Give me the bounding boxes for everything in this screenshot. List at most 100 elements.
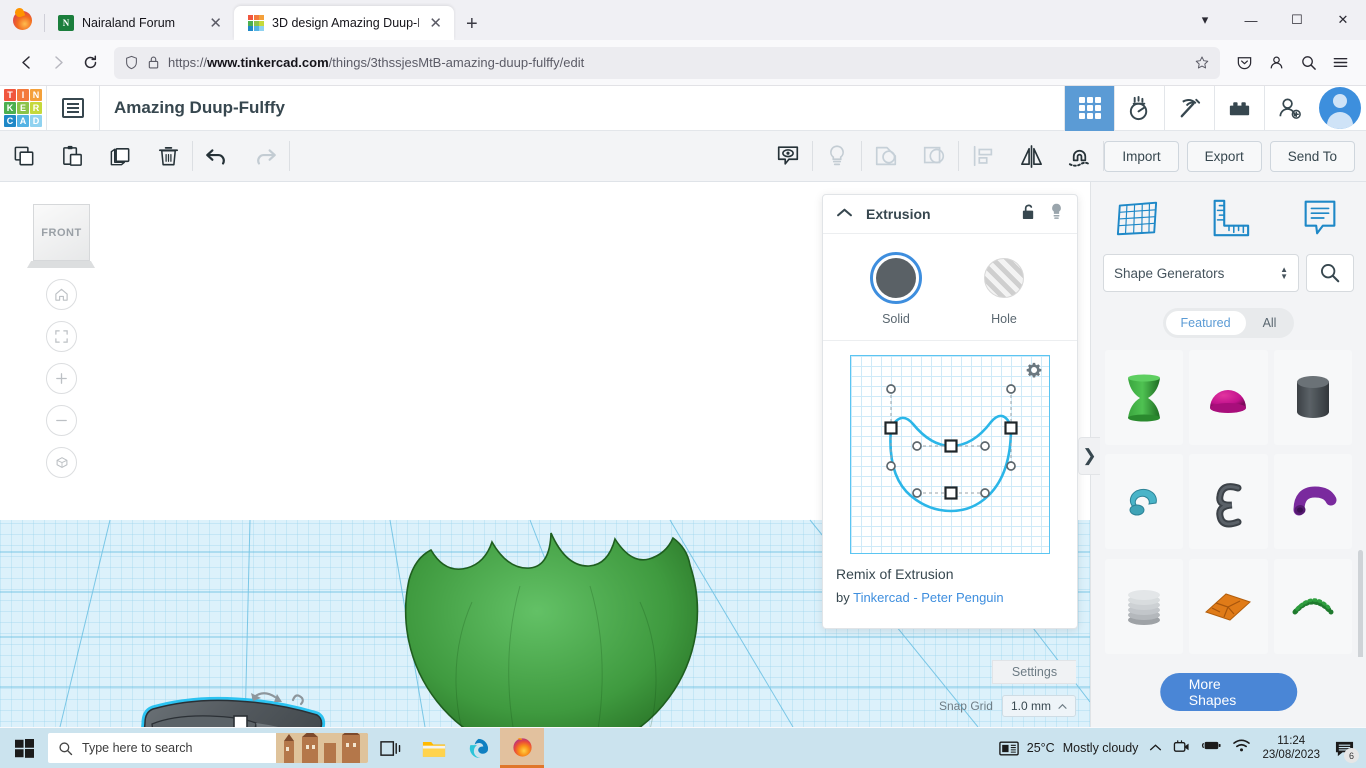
weather-widget[interactable]: 25°C Mostly cloudy: [999, 740, 1139, 757]
bookmark-star-icon[interactable]: [1194, 55, 1210, 71]
export-button[interactable]: Export: [1187, 141, 1262, 172]
url-text: https://www.tinkercad.com/things/3thssje…: [168, 55, 1186, 70]
shape-cell-stacked-discs[interactable]: [1105, 559, 1183, 654]
lightbulb-icon[interactable]: [1049, 202, 1064, 226]
grid-apps-icon[interactable]: [1064, 86, 1114, 131]
avatar[interactable]: [1314, 86, 1366, 131]
zoom-in-icon[interactable]: [46, 363, 77, 394]
windows-start-icon[interactable]: [0, 728, 48, 768]
account-icon[interactable]: [1260, 47, 1292, 79]
unlock-icon[interactable]: [1021, 203, 1036, 226]
notifications-button[interactable]: 6: [1331, 735, 1357, 761]
firefox-browser-icon[interactable]: [500, 728, 544, 768]
app-menu-icon[interactable]: [1324, 47, 1356, 79]
panel-collapse-toggle[interactable]: ❯: [1078, 437, 1100, 475]
maximize-button[interactable]: ☐: [1274, 0, 1320, 40]
wifi-icon[interactable]: [1232, 738, 1251, 758]
taskbar-search[interactable]: Type here to search: [48, 733, 368, 763]
browser-tab-bar: N Nairaland Forum ✕ 3D design Amazing Du…: [0, 0, 1366, 40]
paste-button[interactable]: [48, 131, 96, 182]
tinkercad-icon: [248, 15, 264, 31]
logo-letter: N: [30, 89, 42, 101]
import-button[interactable]: Import: [1104, 141, 1178, 172]
more-shapes-button[interactable]: More Shapes: [1160, 673, 1298, 711]
edge-browser-icon[interactable]: [456, 728, 500, 768]
send-to-button[interactable]: Send To: [1270, 141, 1355, 172]
circuits-icon[interactable]: [1114, 86, 1164, 131]
close-icon[interactable]: ✕: [427, 16, 444, 31]
save-to-pocket-icon[interactable]: [1228, 47, 1260, 79]
mode-solid[interactable]: Solid: [870, 252, 922, 326]
mode-solid-label: Solid: [870, 312, 922, 326]
browser-tab-nairaland[interactable]: N Nairaland Forum ✕: [44, 6, 234, 40]
workplane-magnet-button[interactable]: [1055, 131, 1103, 182]
file-explorer-icon[interactable]: [412, 728, 456, 768]
shape-cell-cracked-tile[interactable]: [1189, 559, 1267, 654]
minimize-button[interactable]: ―: [1228, 0, 1274, 40]
camera-icon[interactable]: [1173, 738, 1190, 759]
group-button: [862, 131, 910, 182]
search-button[interactable]: [1306, 254, 1354, 292]
extrusion-sketch-canvas[interactable]: [850, 355, 1050, 554]
close-icon[interactable]: ✕: [207, 16, 224, 31]
browser-menu-more-icon[interactable]: ▾: [1182, 0, 1228, 40]
hole-swatch: [984, 258, 1024, 298]
invite-person-icon[interactable]: [1264, 86, 1314, 131]
settings-button[interactable]: Settings: [992, 660, 1076, 684]
task-view-icon[interactable]: [368, 728, 412, 768]
url-domain: www.tinkercad.com: [207, 55, 329, 70]
mode-hole-label: Hole: [978, 312, 1030, 326]
tinkercad-logo-icon[interactable]: T I N K E R C A D: [0, 86, 46, 131]
extensions-zoom-icon[interactable]: [1292, 47, 1324, 79]
author-link[interactable]: Tinkercad - Peter Penguin: [853, 590, 1004, 605]
shape-cell-spiral-e[interactable]: [1189, 454, 1267, 549]
browser-tab-tinkercad[interactable]: 3D design Amazing Duup-Fulffy ✕: [234, 6, 454, 40]
back-button[interactable]: [10, 47, 42, 79]
chevron-up-icon[interactable]: [836, 205, 853, 223]
shape-cell-dome[interactable]: [1189, 350, 1267, 445]
tab-all[interactable]: All: [1248, 311, 1292, 335]
category-select[interactable]: Shape Generators ▲▼: [1103, 254, 1299, 292]
close-window-button[interactable]: ✕: [1320, 0, 1366, 40]
snap-grid-label: Snap Grid: [939, 699, 993, 713]
duplicate-button[interactable]: [96, 131, 144, 182]
undo-button[interactable]: [193, 131, 241, 182]
reload-button[interactable]: [74, 47, 106, 79]
mirror-button[interactable]: [1007, 131, 1055, 182]
fit-view-icon[interactable]: [46, 321, 77, 352]
view-cube[interactable]: FRONT: [33, 204, 90, 261]
browser-nav-bar: https://www.tinkercad.com/things/3thssje…: [0, 40, 1366, 86]
shape-cell-dotted-arc[interactable]: [1274, 559, 1352, 654]
view-eye-button[interactable]: [764, 131, 812, 182]
notes-icon[interactable]: [1274, 182, 1366, 254]
zoom-out-icon[interactable]: [46, 405, 77, 436]
logo-letter: C: [4, 115, 16, 127]
clock-widget[interactable]: 11:24 23/08/2023: [1262, 734, 1320, 762]
navbar-right-icons: [1228, 47, 1356, 79]
url-bar[interactable]: https://www.tinkercad.com/things/3thssje…: [114, 47, 1220, 79]
ruler-icon[interactable]: [1183, 182, 1275, 254]
copy-button[interactable]: [0, 131, 48, 182]
shape-cell-torus[interactable]: [1105, 454, 1183, 549]
delete-button[interactable]: [144, 131, 192, 182]
snap-grid-value[interactable]: 1.0 mm: [1002, 695, 1076, 717]
home-icon[interactable]: [46, 279, 77, 310]
tray-expand-chevron-icon[interactable]: [1149, 739, 1162, 757]
workplane-icon[interactable]: [1091, 182, 1183, 254]
editor-toolbar: Import Export Send To: [0, 131, 1366, 182]
shape-cell-hourglass[interactable]: [1105, 350, 1183, 445]
battery-icon[interactable]: [1201, 738, 1221, 758]
clock-date: 23/08/2023: [1262, 748, 1320, 762]
windows-taskbar: Type here to search 25°C Mostly cloudy: [0, 728, 1366, 768]
chevron-updown-icon: ▲▼: [1280, 266, 1288, 280]
ortho-perspective-icon[interactable]: [46, 447, 77, 478]
mode-hole[interactable]: Hole: [978, 252, 1030, 326]
new-tab-button[interactable]: +: [454, 14, 490, 40]
shape-cell-elbow[interactable]: [1274, 454, 1352, 549]
lego-brick-icon[interactable]: [1214, 86, 1264, 131]
shape-cell-cylinder[interactable]: [1274, 350, 1352, 445]
project-list-icon[interactable]: [47, 86, 99, 131]
sidebar-scrollbar[interactable]: [1358, 550, 1363, 657]
tab-featured[interactable]: Featured: [1166, 311, 1246, 335]
codeblocks-pickaxe-icon[interactable]: [1164, 86, 1214, 131]
